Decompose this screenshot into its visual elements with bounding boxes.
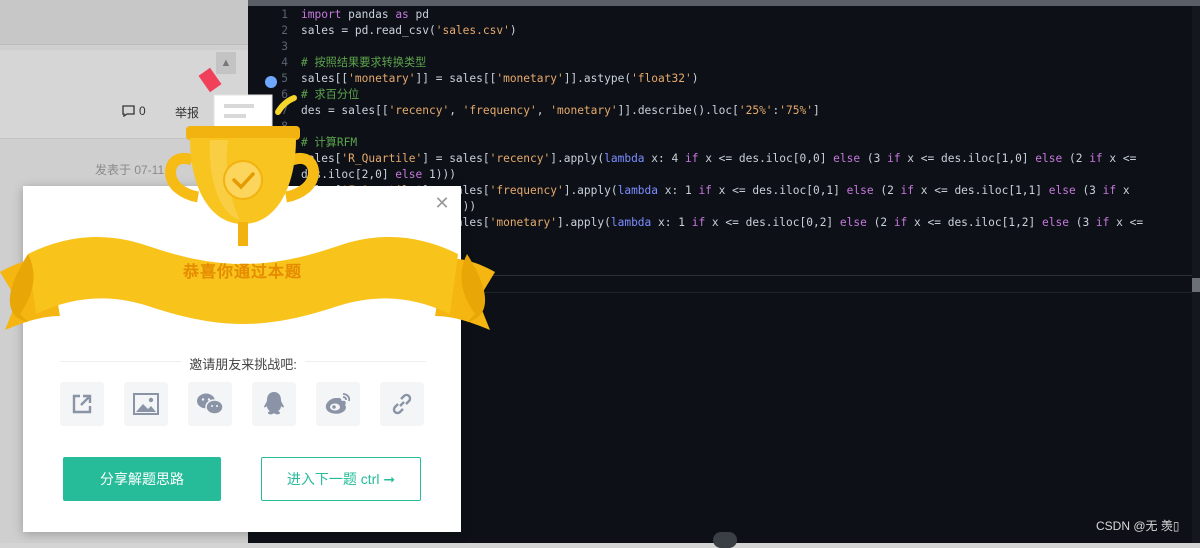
code-token: ]].astype( — [563, 72, 632, 85]
code-token: 'sales.csv' — [435, 24, 510, 37]
code-token: (3 — [1075, 184, 1103, 197]
code-line[interactable]: 3 — [248, 39, 1192, 55]
code-token: ]].describe().loc[ — [617, 104, 739, 117]
code-token: lambda — [617, 184, 659, 197]
code-token: x: 4 — [644, 152, 685, 165]
code-token: lambda — [610, 216, 652, 229]
share-wechat-button[interactable] — [188, 382, 232, 426]
code-token: x <= — [1109, 216, 1144, 229]
code-line[interactable]: 2 sales = pd.read_csv('sales.csv') — [248, 23, 1192, 39]
line-number: 3 — [281, 40, 288, 53]
code-token: if — [1095, 216, 1110, 229]
code-token: if — [887, 152, 901, 165]
editor-top-bar — [248, 0, 1200, 6]
code-token: if — [1089, 152, 1103, 165]
code-token: 'recency' — [489, 152, 551, 165]
banner-title: 恭喜你通过本题 — [182, 264, 302, 281]
code-token: (3 — [860, 152, 888, 165]
code-token: x — [1116, 184, 1130, 197]
code-token: sales = pd.read_csv( — [301, 24, 436, 37]
code-token: (3 — [1068, 216, 1096, 229]
code-token: ].apply( — [563, 184, 618, 197]
confetti-blue — [265, 76, 277, 88]
code-token: pandas — [341, 8, 396, 21]
link-icon — [392, 393, 412, 415]
code-token: else — [1048, 184, 1076, 197]
editor-scrollbar-track[interactable] — [1192, 6, 1200, 543]
code-token: '25%' — [738, 104, 773, 117]
invite-text: 邀请朋友来挑战吧: — [181, 357, 305, 372]
share-solution-button[interactable]: 分享解题思路 — [63, 457, 221, 501]
code-token: else — [833, 152, 861, 165]
code-token: x <= des.iloc[1,2] — [907, 216, 1043, 229]
code-token: (2 — [1062, 152, 1090, 165]
code-token: x <= des.iloc[0,0] — [698, 152, 834, 165]
code-token: x: 1 — [651, 216, 692, 229]
code-token: pd — [408, 8, 430, 21]
check-badge — [223, 160, 263, 200]
code-token: else — [1035, 152, 1063, 165]
confetti-red — [198, 67, 222, 93]
share-icon-row — [60, 382, 426, 426]
share-external-button[interactable] — [60, 382, 104, 426]
code-token: x <= des.iloc[1,1] — [914, 184, 1049, 197]
code-token: '75%' — [779, 104, 813, 117]
code-token: ] — [812, 104, 820, 117]
code-token: else — [1042, 216, 1069, 229]
wechat-icon — [197, 393, 224, 415]
code-token: if — [698, 184, 712, 197]
csdn-watermark: CSDN @无 羡▯ — [1096, 519, 1180, 533]
code-token: (2 — [873, 184, 901, 197]
code-token: if — [1102, 184, 1117, 197]
code-token: x <= — [1102, 152, 1137, 165]
code-token: import — [301, 8, 342, 21]
qq-icon — [264, 392, 284, 415]
share-link-button[interactable] — [380, 382, 424, 426]
code-token: ].apply( — [556, 216, 611, 229]
code-token: x: 1 — [658, 184, 699, 197]
code-token: if — [893, 216, 908, 229]
code-token: else — [846, 184, 874, 197]
code-token: x <= des.iloc[0,2] — [705, 216, 840, 229]
image-icon — [133, 393, 159, 415]
code-token: x <= des.iloc[1,0] — [900, 152, 1036, 165]
next-question-button[interactable]: 进入下一题 ctrl ➞ — [261, 457, 421, 501]
editor-scrollbar-thumb[interactable] — [1192, 278, 1200, 292]
code-token: ) — [691, 72, 699, 85]
line-number: 2 — [281, 24, 288, 37]
code-token: x <= des.iloc[0,1] — [711, 184, 847, 197]
page-top-bar — [0, 0, 248, 45]
confetti-yellow — [275, 95, 297, 115]
trophy-stem — [238, 222, 248, 246]
share-weibo-button[interactable] — [316, 382, 360, 426]
weibo-icon — [325, 393, 351, 414]
code-token: lambda — [604, 152, 645, 165]
code-token: 'float32' — [631, 72, 692, 85]
console-toggle-handle[interactable] — [713, 532, 737, 548]
code-token: if — [684, 152, 699, 165]
code-token: ].apply( — [550, 152, 605, 165]
share-qq-button[interactable] — [252, 382, 296, 426]
code-token: as — [395, 8, 409, 21]
code-token: 'monetary' — [496, 72, 564, 85]
trophy-graphic — [0, 67, 495, 330]
share-image-button[interactable] — [124, 382, 168, 426]
code-token: , — [536, 104, 551, 117]
code-token: (2 — [866, 216, 894, 229]
external-link-icon — [72, 394, 92, 414]
code-token: else — [839, 216, 867, 229]
code-token: 'monetary' — [489, 216, 557, 229]
code-token: ) — [509, 24, 517, 37]
code-token: 'frequency' — [489, 184, 564, 197]
code-token: if — [691, 216, 706, 229]
trophy-rim — [186, 126, 300, 140]
code-line[interactable]: 1 import pandas as pd — [248, 7, 1192, 23]
code-token: 'monetary' — [550, 104, 618, 117]
line-number: 1 — [281, 8, 288, 21]
code-token: if — [900, 184, 915, 197]
